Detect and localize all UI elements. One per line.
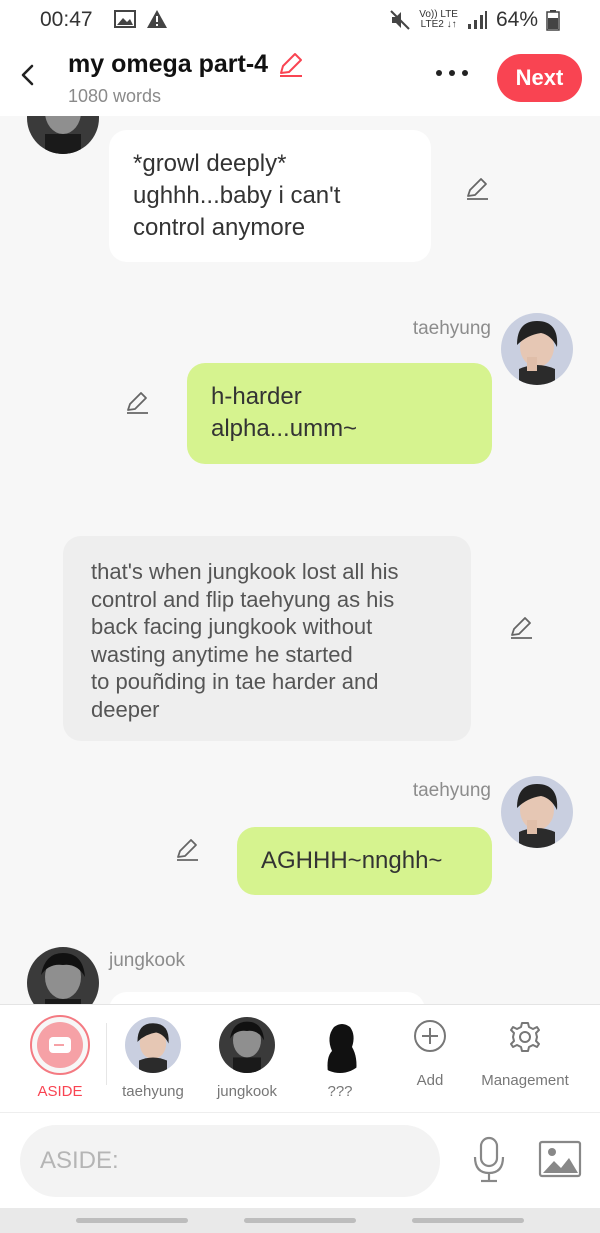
- character-unknown[interactable]: ???: [295, 1005, 385, 1113]
- management-label: Management: [481, 1072, 569, 1089]
- character-label: jungkook: [216, 1083, 278, 1100]
- avatar-jungkook[interactable]: [27, 116, 99, 154]
- network-indicator: Vo)) LTE LTE2 ↓↑: [419, 9, 458, 30]
- back-arrow-icon[interactable]: [14, 60, 40, 90]
- character-label: taehyung: [122, 1083, 184, 1100]
- aside-bubble[interactable]: that's when jungkook lost all his contro…: [63, 536, 471, 741]
- story-title[interactable]: my omega part-4: [68, 50, 268, 79]
- avatar-taehyung[interactable]: [501, 313, 573, 385]
- avatar-jungkook: [219, 1017, 275, 1073]
- nav-home[interactable]: [244, 1218, 356, 1223]
- edit-message-icon[interactable]: [464, 176, 490, 202]
- word-count: 1080 words: [68, 86, 162, 106]
- add-character-button[interactable]: Add: [385, 1005, 475, 1113]
- character-selector: ASIDE taehyung jungkook ??? Add Manageme…: [0, 1004, 600, 1112]
- add-icon: [414, 1020, 446, 1052]
- aside-input[interactable]: [20, 1125, 440, 1197]
- gear-icon: [510, 1022, 540, 1052]
- composer: [0, 1112, 600, 1208]
- edit-message-icon[interactable]: [174, 837, 200, 863]
- system-nav-bar: [0, 1208, 600, 1233]
- avatar-jungkook[interactable]: [27, 947, 99, 1004]
- sender-name: taehyung: [412, 318, 491, 339]
- silhouette-icon: [312, 1017, 368, 1073]
- gallery-icon: [114, 10, 136, 28]
- story-chat: *growl deeply* ughhh...baby i can't cont…: [0, 116, 600, 1004]
- microphone-icon[interactable]: [468, 1135, 510, 1185]
- aside-selector[interactable]: ASIDE: [15, 1005, 105, 1113]
- management-button[interactable]: Management: [465, 1005, 585, 1113]
- avatar-taehyung[interactable]: [501, 776, 573, 848]
- nav-back[interactable]: [412, 1218, 524, 1223]
- more-options-button[interactable]: [436, 70, 476, 82]
- next-button[interactable]: Next: [497, 54, 582, 102]
- editor-header: my omega part-4 1080 words Next: [0, 40, 600, 116]
- avatar-taehyung: [125, 1017, 181, 1073]
- sender-name: taehyung: [412, 780, 491, 801]
- character-jungkook[interactable]: jungkook: [202, 1005, 292, 1113]
- aside-icon: [49, 1037, 71, 1053]
- sender-name: jungkook: [109, 950, 186, 971]
- character-taehyung[interactable]: taehyung: [108, 1005, 198, 1113]
- message-bubble[interactable]: [109, 992, 425, 1004]
- image-icon[interactable]: [538, 1139, 582, 1179]
- edit-message-icon[interactable]: [124, 390, 150, 416]
- divider: [106, 1023, 107, 1085]
- signal-icon: [467, 11, 487, 29]
- character-label: ???: [327, 1083, 353, 1100]
- mute-icon: [390, 10, 410, 30]
- status-time: 00:47: [40, 8, 93, 31]
- status-bar: 00:47 Vo)) LTE LTE2 ↓↑ 64%: [0, 0, 600, 40]
- edit-title-icon[interactable]: [276, 51, 304, 79]
- battery-percent: 64%: [495, 8, 538, 31]
- message-bubble[interactable]: AGHHH~nnghh~: [237, 827, 492, 895]
- nav-recents[interactable]: [76, 1218, 188, 1223]
- warning-icon: [147, 10, 167, 28]
- edit-message-icon[interactable]: [508, 615, 534, 641]
- add-label: Add: [416, 1072, 444, 1089]
- message-bubble[interactable]: *growl deeply* ughhh...baby i can't cont…: [109, 130, 431, 262]
- message-bubble[interactable]: h-harder alpha...umm~: [187, 363, 492, 464]
- battery-icon: [546, 10, 560, 31]
- aside-label: ASIDE: [37, 1083, 83, 1100]
